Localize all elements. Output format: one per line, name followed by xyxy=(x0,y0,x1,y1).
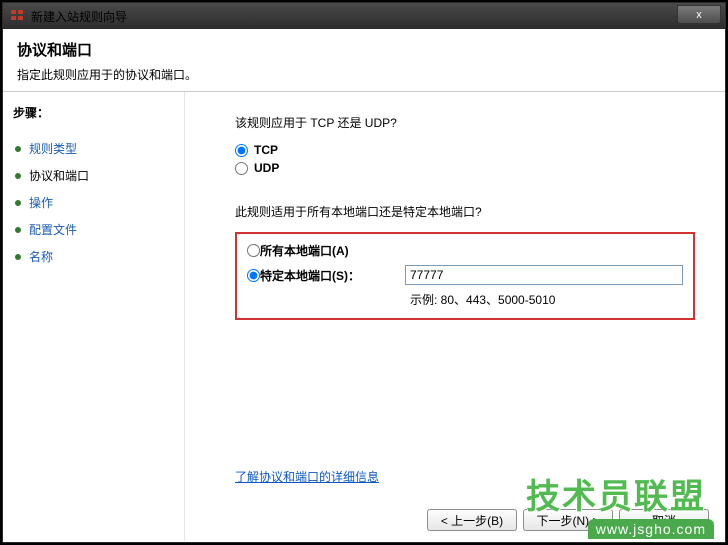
wizard-content: 该规则应用于 TCP 还是 UDP? TCP UDP 此规则适用于所有本地端口还… xyxy=(185,92,725,541)
specific-ports-radio[interactable] xyxy=(247,269,260,282)
step-name[interactable]: 名称 xyxy=(13,243,174,270)
firewall-icon xyxy=(9,8,25,24)
page-subtitle: 指定此规则应用于的协议和端口。 xyxy=(17,66,711,83)
port-input[interactable] xyxy=(405,265,683,285)
step-protocol-port[interactable]: 协议和端口 xyxy=(13,162,174,189)
all-ports-radio[interactable] xyxy=(247,244,260,257)
step-label: 配置文件 xyxy=(29,221,77,238)
learn-more-link[interactable]: 了解协议和端口的详细信息 xyxy=(235,468,379,485)
specific-ports-option[interactable]: 特定本地端口(S)： xyxy=(247,265,683,285)
step-label: 协议和端口 xyxy=(29,167,89,184)
bullet-icon xyxy=(15,146,21,152)
udp-label[interactable]: UDP xyxy=(254,161,279,175)
all-ports-label[interactable]: 所有本地端口(A) xyxy=(260,242,405,259)
step-profile[interactable]: 配置文件 xyxy=(13,216,174,243)
wizard-header: 协议和端口 指定此规则应用于的协议和端口。 xyxy=(3,29,725,92)
tcp-label[interactable]: TCP xyxy=(254,143,278,157)
bullet-icon xyxy=(15,173,21,179)
port-question: 此规则适用于所有本地端口还是特定本地端口? xyxy=(235,203,695,220)
protocol-question: 该规则应用于 TCP 还是 UDP? xyxy=(235,114,695,131)
tcp-option[interactable]: TCP xyxy=(235,143,695,157)
port-example: 示例: 80、443、5000-5010 xyxy=(410,291,683,308)
cancel-button[interactable]: 取消 xyxy=(619,509,709,531)
port-section: 此规则适用于所有本地端口还是特定本地端口? 所有本地端口(A) 特定本地端口(S… xyxy=(235,203,695,320)
bullet-icon xyxy=(15,200,21,206)
step-label: 操作 xyxy=(29,194,53,211)
steps-label: 步骤： xyxy=(13,104,174,121)
highlight-box: 所有本地端口(A) 特定本地端口(S)： 示例: 80、443、5000-501… xyxy=(235,232,695,320)
step-action[interactable]: 操作 xyxy=(13,189,174,216)
window-title: 新建入站规则向导 xyxy=(31,8,127,25)
back-button[interactable]: < 上一步(B) xyxy=(427,509,517,531)
step-rule-type[interactable]: 规则类型 xyxy=(13,135,174,162)
all-ports-option[interactable]: 所有本地端口(A) xyxy=(247,242,683,259)
wizard-body: 步骤： 规则类型 协议和端口 操作 配置文件 名称 该规 xyxy=(3,92,725,541)
wizard-window: 新建入站规则向导 x 协议和端口 指定此规则应用于的协议和端口。 步骤： 规则类… xyxy=(2,2,726,543)
bullet-icon xyxy=(15,227,21,233)
steps-sidebar: 步骤： 规则类型 协议和端口 操作 配置文件 名称 xyxy=(3,92,185,541)
close-button[interactable]: x xyxy=(677,5,721,24)
wizard-footer: < 上一步(B) 下一步(N) > 取消 xyxy=(427,509,709,531)
udp-option[interactable]: UDP xyxy=(235,161,695,175)
titlebar: 新建入站规则向导 x xyxy=(3,3,725,29)
step-label: 名称 xyxy=(29,248,53,265)
bullet-icon xyxy=(15,254,21,260)
next-button[interactable]: 下一步(N) > xyxy=(523,509,613,531)
specific-ports-label[interactable]: 特定本地端口(S)： xyxy=(260,267,405,284)
tcp-radio[interactable] xyxy=(235,144,248,157)
step-label: 规则类型 xyxy=(29,140,77,157)
page-title: 协议和端口 xyxy=(17,39,711,60)
udp-radio[interactable] xyxy=(235,162,248,175)
